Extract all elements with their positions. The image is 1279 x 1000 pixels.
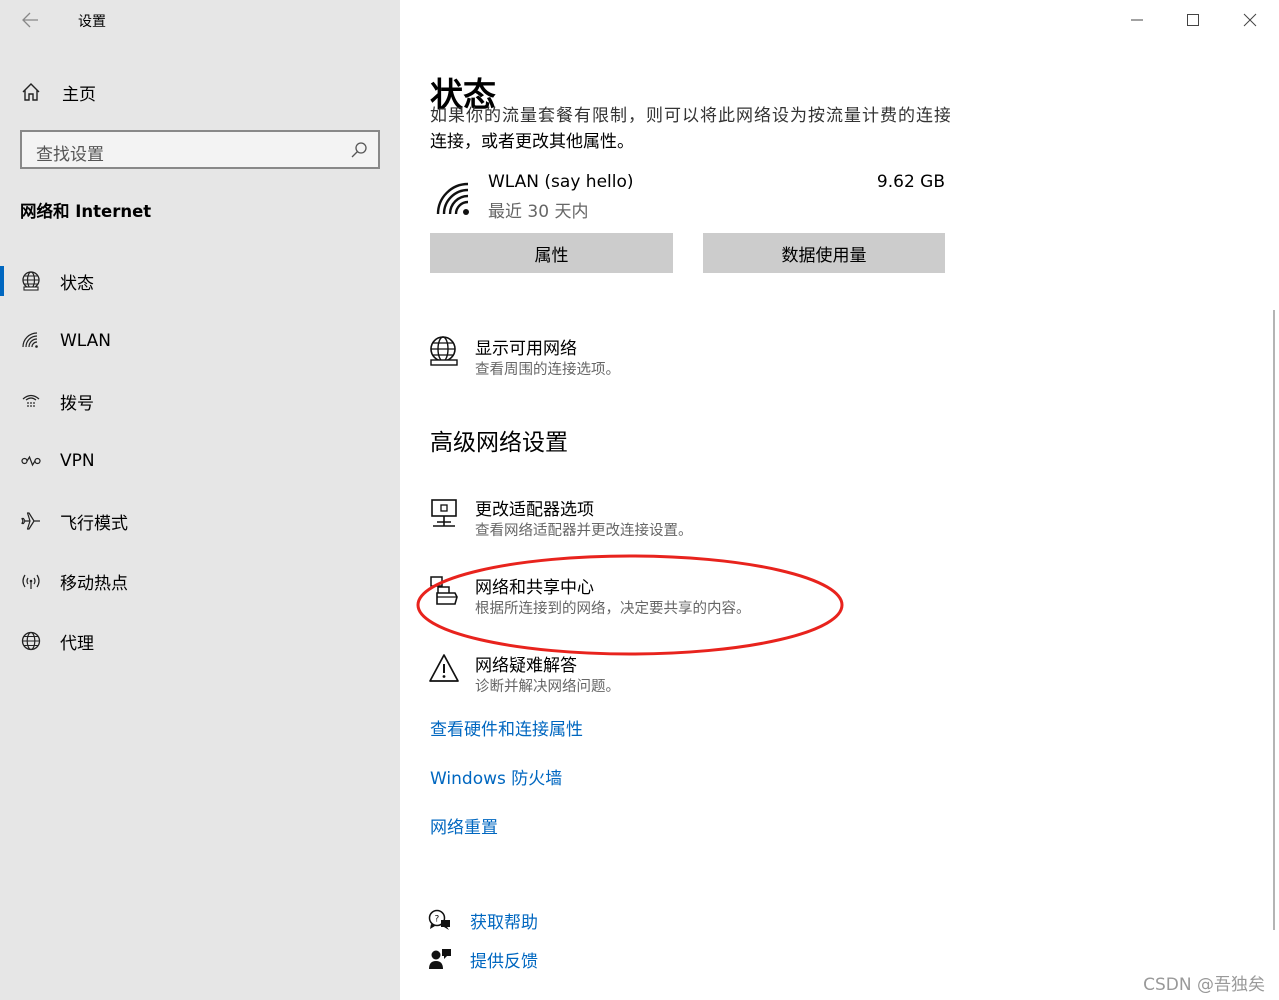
warning-icon [429,654,459,682]
sidebar-nav: 状态 WLAN 拨号 VPN 飞行模式 移动热点 代理 [0,251,400,671]
show-networks-desc: 查看周围的连接选项。 [475,362,620,378]
sidebar-item-label: VPN [60,451,95,471]
sidebar-item-airplane[interactable]: 飞行模式 [0,491,400,551]
sidebar-item-label: 移动热点 [60,573,128,594]
home-nav-item[interactable]: 主页 [20,78,96,106]
sidebar: 设置 主页 查找设置 网络和 Internet 状态 WLAN 拨号 VPN 飞… [0,0,400,1000]
back-button[interactable] [20,10,42,30]
annotation-ellipse [416,554,844,656]
svg-text:?: ? [435,915,440,925]
sidebar-item-label: 飞行模式 [60,513,128,534]
dialup-icon [20,390,42,412]
close-button[interactable] [1239,10,1261,30]
search-input[interactable]: 查找设置 [36,140,104,165]
globe-network-icon [430,336,458,366]
airplane-icon [20,510,42,532]
data-usage-button[interactable]: 数据使用量 [703,233,945,273]
sidebar-item-status[interactable]: 状态 [0,251,400,311]
sidebar-item-proxy[interactable]: 代理 [0,611,400,671]
watermark: CSDN @吾独矣 [1143,975,1265,995]
get-help-label: 获取帮助 [470,912,538,933]
wifi-icon [20,330,42,352]
minimize-button[interactable] [1126,10,1148,30]
maximize-icon [1187,14,1199,26]
hotspot-icon [20,570,42,592]
show-networks-title: 显示可用网络 [475,339,577,359]
show-networks-item[interactable]: 显示可用网络 查看周围的连接选项。 [428,336,928,384]
search-icon[interactable] [350,141,368,159]
sidebar-item-label: 拨号 [60,393,94,414]
advanced-section-title: 高级网络设置 [430,430,568,456]
wifi-connection-icon [436,182,469,215]
sidebar-item-label: 状态 [60,273,94,294]
main-content: 状态 如果你的流量套餐有限制，则可以将此网络设为按流量计费的连接 连接，或者更改… [400,0,1279,1000]
feedback-person-icon [429,949,451,969]
app-title: 设置 [78,14,106,30]
troubleshoot-item[interactable]: 网络疑难解答 诊断并解决网络问题。 [428,653,928,701]
wlan-connection-row: WLAN (say hello) 最近 30 天内 9.62 GB [430,170,945,222]
feedback-link[interactable]: 提供反馈 [428,946,538,972]
minimize-icon [1131,19,1143,21]
back-arrow-icon [22,12,38,28]
network-reset-link[interactable]: 网络重置 [430,813,498,838]
globe-status-icon [20,270,42,292]
properties-button[interactable]: 属性 [430,233,673,273]
home-icon [22,83,40,101]
vpn-icon [20,450,42,472]
sidebar-item-vpn[interactable]: VPN [0,431,400,491]
intro-text-clipped: 如果你的流量套餐有限制，则可以将此网络设为按流量计费的连接 [430,106,950,123]
wlan-period: 最近 30 天内 [488,202,589,222]
sidebar-item-label: 代理 [60,633,94,654]
sidebar-item-wlan[interactable]: WLAN [0,311,400,371]
adapter-options-desc: 查看网络适配器并更改连接设置。 [475,523,693,539]
hardware-properties-link[interactable]: 查看硬件和连接属性 [430,715,583,740]
adapter-options-title: 更改适配器选项 [475,500,594,520]
wlan-usage: 9.62 GB [876,172,945,192]
group-title: 网络和 Internet [20,202,152,221]
network-adapter-icon [431,499,457,527]
sidebar-item-label: WLAN [60,331,112,351]
home-label: 主页 [62,84,96,105]
maximize-button[interactable] [1182,10,1204,30]
proxy-globe-icon [20,630,42,652]
adapter-options-item[interactable]: 更改适配器选项 查看网络适配器并更改连接设置。 [428,497,928,545]
feedback-label: 提供反馈 [470,951,538,972]
sidebar-item-hotspot[interactable]: 移动热点 [0,551,400,611]
wlan-name: WLAN (say hello) [488,172,634,192]
scrollbar[interactable] [1273,310,1275,930]
chat-help-icon: ? [428,909,450,930]
troubleshoot-desc: 诊断并解决网络问题。 [475,679,620,695]
firewall-link[interactable]: Windows 防火墙 [430,764,562,789]
search-box[interactable]: 查找设置 [20,130,380,169]
intro-text: 连接，或者更改其他属性。 [430,132,634,152]
close-icon [1243,13,1257,27]
sidebar-item-dialup[interactable]: 拨号 [0,371,400,431]
get-help-link[interactable]: ? 获取帮助 [428,907,538,933]
